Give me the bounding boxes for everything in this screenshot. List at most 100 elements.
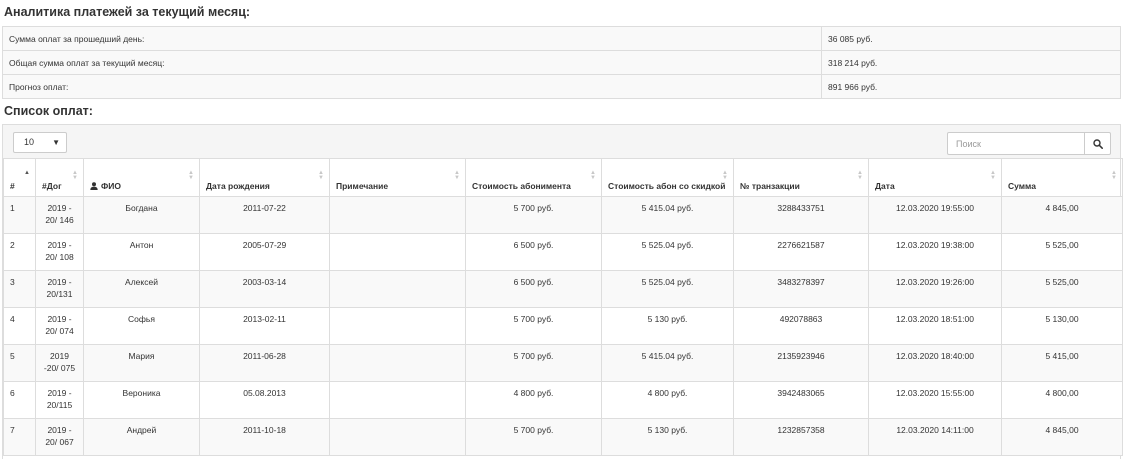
cell-name: Софья [83,307,200,345]
column-header-discount-price[interactable]: Стоимость абон со скидкой ▲ ▼ [601,158,734,197]
column-header-label: Сумма [1008,181,1036,191]
summary-label: Общая сумма оплат за текущий месяц: [2,50,822,75]
user-icon [90,182,98,190]
search-button[interactable] [1084,132,1111,155]
search-group [947,132,1111,155]
cell-amount: 4 845,00 [1001,196,1123,234]
column-header-amount[interactable]: Сумма ▲ ▼ [1001,158,1123,197]
page-length-value: 10 [24,137,35,147]
cell-transaction: 2135923946 [733,344,869,382]
summary-label: Сумма оплат за прошедший день: [2,26,822,51]
cell-discount-price: 5 525.04 руб. [601,233,734,271]
column-header-note[interactable]: Примечание ▲ ▼ [329,158,466,197]
summary-value: 891 966 руб. [821,74,1121,99]
summary-row: Сумма оплат за прошедший день: 36 085 ру… [2,26,1121,51]
cell-discount-price: 5 415.04 руб. [601,344,734,382]
caret-down-icon: ▼ [52,138,60,147]
cell-discount-price: 5 525.04 руб. [601,270,734,308]
cell-amount: 5 130,00 [1001,307,1123,345]
search-input[interactable] [947,132,1085,155]
payments-table-panel: 10 ▼ # ▲ #Д [2,124,1123,459]
sort-icon: ▲ ▼ [590,170,596,181]
cell-date: 12.03.2020 19:26:00 [868,270,1002,308]
table-row[interactable]: 1 2019 - 20/ 146 Богдана 2011-07-22 5 700 ру… [3,196,1123,234]
table-row[interactable]: 4 2019 - 20/ 074 Софья 2013-02-11 5 700 руб.… [3,307,1123,345]
cell-transaction: 3288433751 [733,196,869,234]
cell-contract: 2019 - 20/ 074 [35,307,84,345]
cell-name: Антон [83,233,200,271]
cell-price: 5 700 руб. [465,418,602,456]
sort-icon: ▲ ▼ [722,170,728,181]
cell-note [329,344,466,382]
cell-note [329,196,466,234]
cell-birthdate: 2011-06-28 [199,344,330,382]
cell-contract: 2019 - 20/131 [35,270,84,308]
cell-amount: 5 525,00 [1001,233,1123,271]
summary-row: Прогноз оплат: 891 966 руб. [2,74,1121,99]
summary-value: 36 085 руб. [821,26,1121,51]
cell-contract: 2019 - 20/115 [35,381,84,419]
sort-icon: ▲ ▼ [188,170,194,181]
table-row[interactable]: 5 2019 -20/ 075 Мария 2011-06-28 5 700 руб. 5… [3,344,1123,382]
cell-amount: 4 845,00 [1001,418,1123,456]
sort-icon: ▲ [24,170,30,176]
cell-name: Вероника [83,381,200,419]
column-header-birthdate[interactable]: Дата рождения ▲ ▼ [199,158,330,197]
cell-date: 12.03.2020 19:38:00 [868,233,1002,271]
column-header-price[interactable]: Стоимость абонимента ▲ ▼ [465,158,602,197]
cell-transaction: 3942483065 [733,381,869,419]
table-body: 1 2019 - 20/ 146 Богдана 2011-07-22 5 700 ру… [3,196,1123,456]
column-header-label: #Дог [42,181,62,191]
page-length-select[interactable]: 10 ▼ [13,132,67,153]
column-header-name[interactable]: ФИО ▲ ▼ [83,158,200,197]
table-toolbar: 10 ▼ [3,125,1120,159]
cell-name: Андрей [83,418,200,456]
cell-transaction: 1232857358 [733,418,869,456]
table-row[interactable]: 3 2019 - 20/131 Алексей 2003-03-14 6 500 руб… [3,270,1123,308]
cell-discount-price: 4 800 руб. [601,381,734,419]
cell-number: 7 [3,418,36,456]
cell-number: 4 [3,307,36,345]
column-header-label: Стоимость абонимента [472,181,571,191]
cell-price: 4 800 руб. [465,381,602,419]
search-icon [1092,138,1103,149]
cell-name: Богдана [83,196,200,234]
sort-icon: ▲ ▼ [72,170,78,181]
cell-transaction: 2276621587 [733,233,869,271]
sort-icon: ▲ ▼ [857,170,863,181]
column-header-label: № транзакции [740,181,800,191]
cell-date: 12.03.2020 18:51:00 [868,307,1002,345]
sort-icon: ▲ ▼ [1111,170,1117,181]
sort-icon: ▲ ▼ [990,170,996,181]
column-header-label: Дата рождения [206,181,270,191]
cell-name: Алексей [83,270,200,308]
cell-price: 5 700 руб. [465,196,602,234]
cell-price: 5 700 руб. [465,307,602,345]
cell-transaction: 492078863 [733,307,869,345]
table-row[interactable]: 2 2019 - 20/ 108 Антон 2005-07-29 6 500 руб.… [3,233,1123,271]
cell-date: 12.03.2020 18:40:00 [868,344,1002,382]
table-row[interactable]: 6 2019 - 20/115 Вероника 05.08.2013 4 800 ру… [3,381,1123,419]
cell-date: 12.03.2020 14:11:00 [868,418,1002,456]
column-header-date[interactable]: Дата ▲ ▼ [868,158,1002,197]
cell-price: 5 700 руб. [465,344,602,382]
column-header-label: Дата [875,181,895,191]
column-header-label: Примечание [336,181,389,191]
cell-birthdate: 2013-02-11 [199,307,330,345]
column-header-transaction[interactable]: № транзакции ▲ ▼ [733,158,869,197]
column-header-label: ФИО [101,181,121,191]
table-header-row: # ▲ #Дог ▲ ▼ ФИО ▲ ▼ Дата рождения ▲ ▼ П… [3,158,1123,197]
cell-birthdate: 2011-07-22 [199,196,330,234]
cell-number: 6 [3,381,36,419]
cell-contract: 2019 -20/ 075 [35,344,84,382]
column-header-contract[interactable]: #Дог ▲ ▼ [35,158,84,197]
payments-list-title: Список оплат: [4,104,93,118]
column-header-label: # [10,181,15,191]
cell-number: 5 [3,344,36,382]
cell-amount: 5 415,00 [1001,344,1123,382]
cell-note [329,418,466,456]
table-row[interactable]: 7 2019 - 20/ 067 Андрей 2011-10-18 5 700 руб… [3,418,1123,456]
column-header-number[interactable]: # ▲ [3,158,36,197]
cell-note [329,307,466,345]
cell-amount: 5 525,00 [1001,270,1123,308]
